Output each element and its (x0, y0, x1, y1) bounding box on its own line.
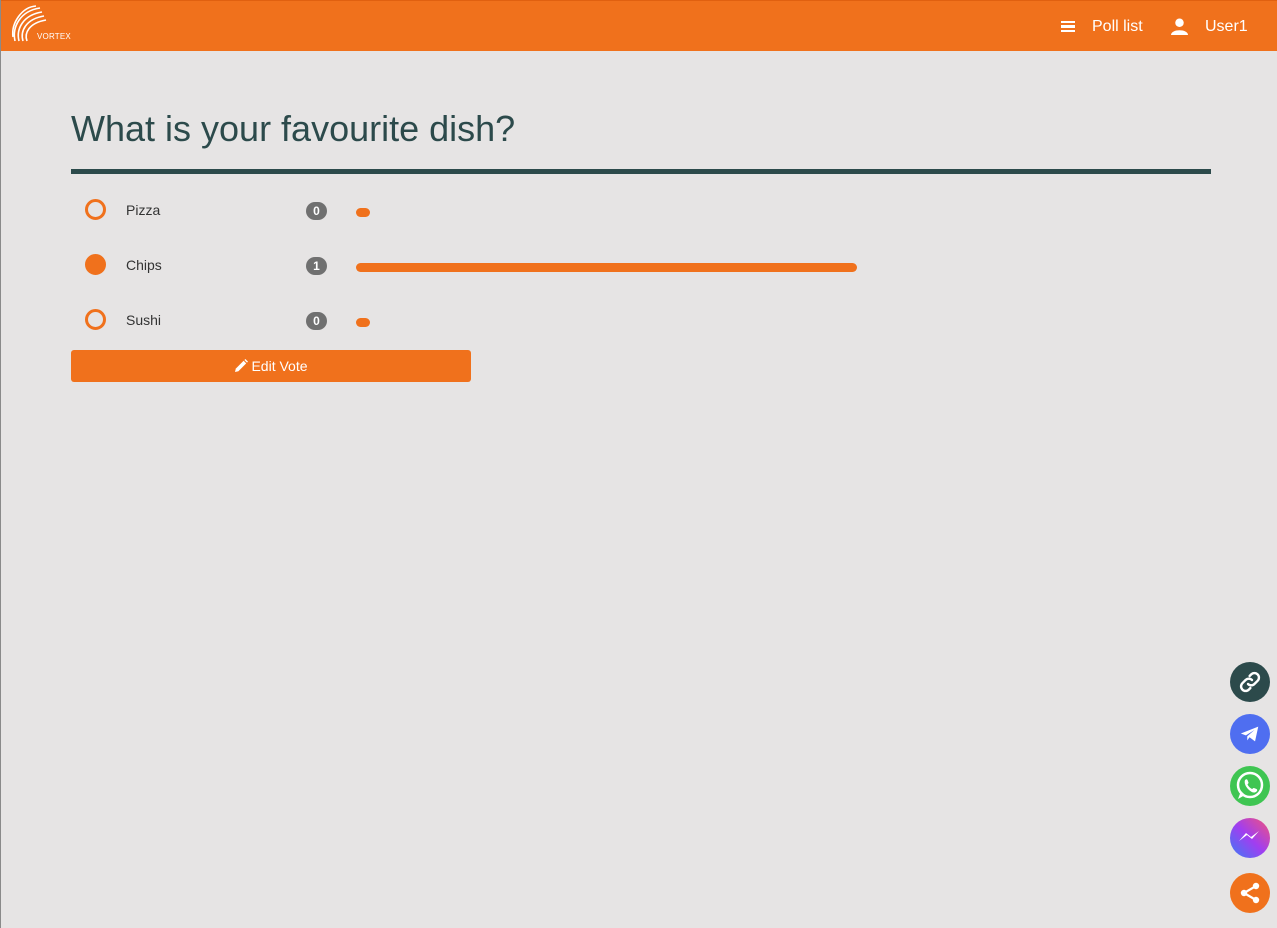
nav-poll-list[interactable]: Poll list (1061, 1, 1143, 52)
option-radio[interactable] (85, 254, 106, 275)
option-label: Sushi (126, 312, 162, 328)
vote-count-badge: 1 (306, 257, 327, 275)
option-label: Chips (126, 257, 162, 273)
poll-option-chips: Chips 1 (85, 254, 885, 278)
share-button[interactable] (1230, 873, 1270, 913)
option-radio[interactable] (85, 199, 106, 220)
nav-user-menu[interactable]: User1 (1171, 1, 1248, 52)
vote-bar-track (356, 318, 857, 327)
link-icon (1239, 671, 1261, 693)
vote-count-badge: 0 (306, 312, 327, 330)
option-radio[interactable] (85, 309, 106, 330)
whatsapp-icon (1230, 766, 1270, 806)
vote-count-badge: 0 (306, 202, 327, 220)
logo-text: VORTEX (37, 32, 71, 41)
poll-question-title: What is your favourite dish? (71, 108, 516, 149)
poll-option-pizza: Pizza 0 (85, 199, 885, 223)
vortex-logo[interactable]: VORTEX (10, 5, 71, 45)
vote-bar-track (356, 263, 857, 272)
edit-vote-label: Edit Vote (251, 358, 308, 374)
messenger-icon (1230, 818, 1270, 858)
edit-vote-button[interactable]: Edit Vote (71, 350, 471, 382)
menu-icon (1061, 18, 1075, 34)
title-divider (71, 169, 1211, 174)
nav-user-label: User1 (1205, 17, 1248, 35)
share-telegram-button[interactable] (1230, 714, 1270, 754)
pencil-icon (235, 359, 249, 372)
share-whatsapp-button[interactable] (1230, 766, 1270, 806)
user-icon (1171, 18, 1188, 35)
copy-link-button[interactable] (1230, 662, 1270, 702)
option-label: Pizza (126, 202, 161, 218)
vote-bar-track (356, 208, 857, 217)
top-navbar: VORTEX Poll list User1 (1, 0, 1277, 51)
vote-bar (356, 208, 370, 217)
vote-bar (356, 318, 370, 327)
telegram-icon (1240, 726, 1259, 742)
share-icon (1240, 882, 1260, 904)
poll-option-sushi: Sushi 0 (85, 309, 885, 333)
nav-poll-list-label: Poll list (1092, 17, 1143, 35)
vote-bar (356, 263, 857, 272)
share-messenger-button[interactable] (1230, 818, 1270, 858)
